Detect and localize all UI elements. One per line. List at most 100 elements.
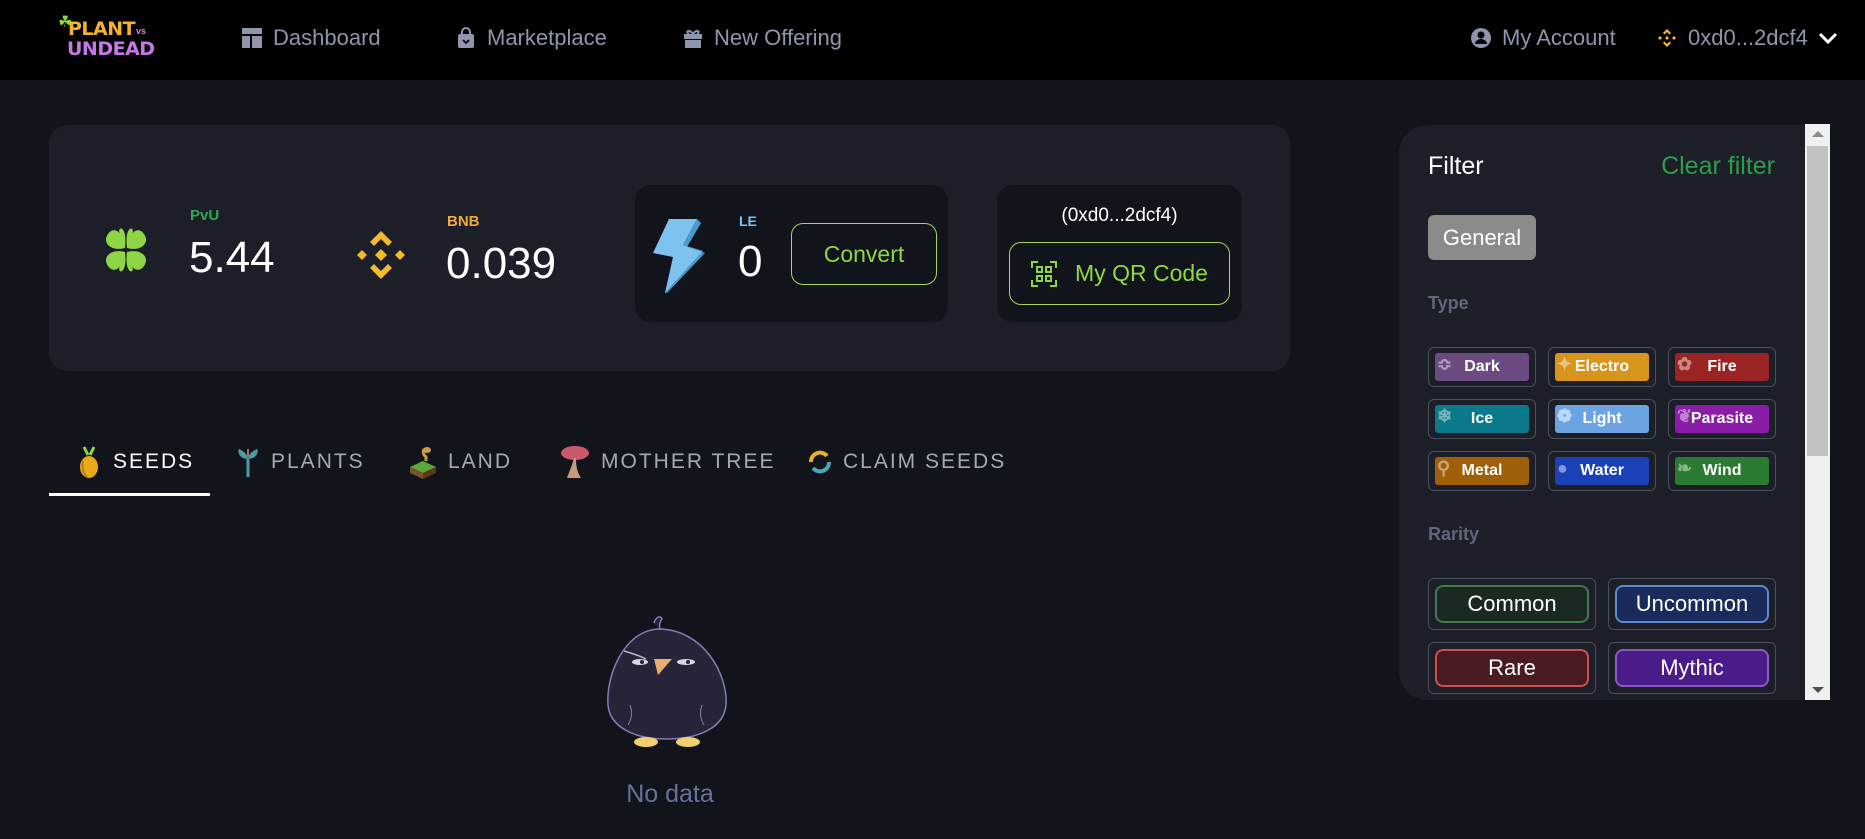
dashboard-icon — [242, 28, 262, 48]
rarity-chip-rare[interactable]: Rare — [1428, 642, 1596, 694]
general-filter-tab[interactable]: General — [1428, 215, 1536, 260]
type-section-label: Type — [1428, 293, 1469, 313]
tab-seeds-label: SEEDS — [113, 450, 195, 473]
my-qr-code-label: My QR Code — [1075, 260, 1208, 286]
logo-line2: UNDEAD — [67, 38, 155, 60]
rarity-chip-label: Common — [1435, 585, 1589, 623]
logo-vs: vs — [136, 26, 147, 36]
qr-box: (0xd0...2dcf4) My QR Code — [997, 185, 1242, 322]
type-chip-label: Electro — [1574, 358, 1630, 375]
tab-land[interactable]: LAND — [408, 440, 512, 484]
convert-button[interactable]: Convert — [791, 223, 937, 285]
arrow-down-icon — [1811, 687, 1824, 693]
electro-element-icon: ✦ — [1557, 354, 1573, 374]
shopping-bag-icon — [458, 27, 474, 48]
bnb-label: BNB — [447, 213, 480, 230]
nav-new-offering[interactable]: New Offering — [682, 22, 842, 54]
parasite-element-icon: ❦ — [1677, 406, 1693, 426]
plant-sprout-icon — [238, 449, 258, 477]
type-chip-water[interactable]: ● Water — [1548, 451, 1656, 491]
nav-marketplace-label: Marketplace — [487, 25, 607, 50]
type-chip-label: Dark — [1464, 358, 1500, 375]
type-chip-label: Fire — [1707, 358, 1737, 375]
lightning-icon — [653, 219, 705, 293]
tab-claim-seeds-label: CLAIM SEEDS — [843, 450, 1007, 473]
refresh-cycle-icon — [809, 450, 831, 474]
ice-element-icon: ❄ — [1437, 406, 1453, 426]
no-data-text: No data — [626, 780, 714, 808]
type-chip-light[interactable]: ❁ Light — [1548, 399, 1656, 439]
type-chip-dark[interactable]: ≎ Dark — [1428, 347, 1536, 387]
qr-code-icon — [1031, 260, 1058, 287]
type-chip-label: Wind — [1702, 462, 1742, 479]
wind-element-icon: ❧ — [1677, 458, 1693, 478]
my-qr-code-button[interactable]: My QR Code — [1009, 242, 1230, 305]
nav-marketplace[interactable]: Marketplace — [455, 22, 607, 54]
clear-filter-link[interactable]: Clear filter — [1661, 152, 1775, 181]
mother-tree-icon — [561, 446, 589, 478]
filter-panel: Filter Clear filter General Type ≎ Dark ✦… — [1399, 125, 1805, 700]
type-chip-fire[interactable]: ✿ Fire — [1668, 347, 1776, 387]
filter-scrollbar[interactable] — [1805, 124, 1830, 700]
dark-element-icon: ≎ — [1437, 354, 1453, 374]
tab-land-label: LAND — [448, 450, 513, 473]
type-chip-label: Metal — [1461, 462, 1503, 479]
balance-card: PvU 5.44 BNB 0.039 LE 0 Convert (0xd0...… — [49, 125, 1290, 371]
rarity-section-label: Rarity — [1428, 524, 1480, 544]
filter-title: Filter — [1428, 152, 1484, 180]
le-balance: 0 — [738, 237, 763, 286]
qr-wallet-address: (0xd0...2dcf4) — [1061, 205, 1178, 226]
scroll-down-button[interactable] — [1805, 680, 1830, 700]
pvu-clover-icon — [105, 228, 147, 272]
nav-new-offering-label: New Offering — [714, 25, 842, 50]
rarity-chip-mythic[interactable]: Mythic — [1608, 642, 1776, 694]
tab-plants[interactable]: PLANTS — [235, 440, 365, 484]
rarity-chip-label: Rare — [1435, 649, 1589, 687]
scroll-thumb[interactable] — [1807, 146, 1828, 456]
type-chip-ice[interactable]: ❄ Ice — [1428, 399, 1536, 439]
rarity-chip-label: Mythic — [1615, 649, 1769, 687]
le-box: LE 0 Convert — [635, 185, 948, 322]
empty-crow-illustration — [607, 616, 727, 747]
bnb-coin-icon — [357, 231, 405, 279]
logo-line1: PLANT — [68, 18, 136, 40]
tab-seeds[interactable]: SEEDS — [75, 440, 194, 484]
type-chip-label: Light — [1582, 410, 1622, 427]
type-chip-label: Parasite — [1690, 410, 1754, 427]
chevron-down-icon — [1818, 32, 1837, 45]
nav-dashboard[interactable]: Dashboard — [241, 22, 381, 54]
rarity-chip-uncommon[interactable]: Uncommon — [1608, 578, 1776, 630]
top-navbar: ☘ PLANT vs UNDEAD Dashboard Marketplace … — [0, 0, 1865, 80]
water-element-icon: ● — [1557, 458, 1568, 478]
pvu-balance: 5.44 — [189, 233, 275, 282]
user-circle-icon — [1471, 28, 1491, 48]
seed-icon — [80, 446, 98, 478]
gift-icon — [684, 29, 702, 48]
my-account-link[interactable]: My Account — [1470, 22, 1616, 54]
pvu-label: PvU — [190, 207, 220, 224]
tab-mother-tree[interactable]: MOTHER TREE — [559, 440, 775, 484]
tab-claim-seeds[interactable]: CLAIM SEEDS — [807, 440, 1006, 484]
nav-dashboard-label: Dashboard — [273, 25, 381, 50]
land-tile-icon — [410, 447, 436, 479]
fire-element-icon: ✿ — [1677, 354, 1693, 374]
tab-plants-label: PLANTS — [271, 450, 365, 473]
metal-element-icon: ⚲ — [1437, 458, 1451, 478]
light-element-icon: ❁ — [1557, 406, 1573, 426]
type-chip-label: Water — [1580, 462, 1624, 479]
type-chip-wind[interactable]: ❧ Wind — [1668, 451, 1776, 491]
wallet-dropdown[interactable]: 0xd0...2dcf4 — [1656, 22, 1838, 54]
type-chip-label: Ice — [1470, 410, 1494, 427]
wallet-address: 0xd0...2dcf4 — [1688, 25, 1808, 50]
scroll-up-button[interactable] — [1805, 124, 1830, 144]
bnb-balance: 0.039 — [446, 239, 557, 288]
bnb-icon — [1658, 29, 1676, 47]
type-chip-electro[interactable]: ✦ Electro — [1548, 347, 1656, 387]
type-chip-metal[interactable]: ⚲ Metal — [1428, 451, 1536, 491]
plant-vs-undead-logo[interactable]: ☘ PLANT vs UNDEAD — [58, 12, 170, 66]
le-label: LE — [739, 213, 757, 229]
tab-mother-tree-label: MOTHER TREE — [601, 450, 776, 473]
rarity-chip-common[interactable]: Common — [1428, 578, 1596, 630]
type-chip-parasite[interactable]: ❦ Parasite — [1668, 399, 1776, 439]
my-account-label: My Account — [1502, 25, 1616, 50]
